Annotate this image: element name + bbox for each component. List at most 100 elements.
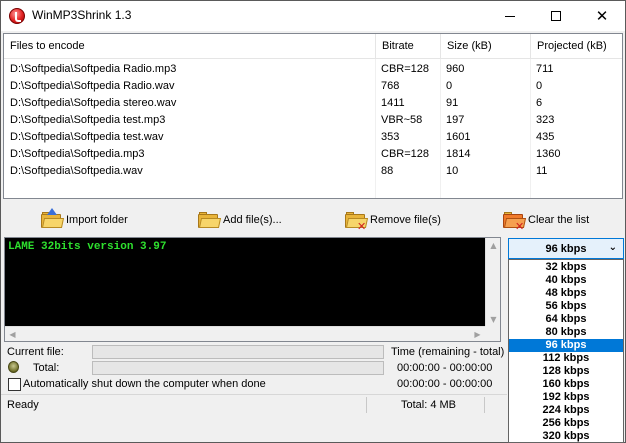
maximize-icon xyxy=(551,11,561,21)
status-divider xyxy=(366,397,367,413)
bitrate-cell: 768 xyxy=(381,80,400,92)
projected-cell: 435 xyxy=(536,131,555,143)
current-time-value: 00:00:00 - 00:00:00 xyxy=(397,362,493,374)
projected-cell: 711 xyxy=(536,63,554,75)
projected-cell: 1360 xyxy=(536,148,561,160)
minimize-icon xyxy=(505,15,515,17)
bitrate-option[interactable]: 224 kbps xyxy=(509,404,623,417)
projected-cell: 6 xyxy=(536,97,543,109)
scroll-left-icon[interactable]: ◀ xyxy=(5,327,20,342)
status-total-size: Total: 4 MB xyxy=(401,399,457,411)
add-files-button[interactable]: Add file(s)... xyxy=(198,207,282,233)
bitrate-option[interactable]: 32 kbps xyxy=(509,261,623,274)
encoder-status-icon xyxy=(8,361,19,373)
remove-files-label: Remove file(s) xyxy=(370,214,441,226)
bitrate-option[interactable]: 48 kbps xyxy=(509,287,623,300)
maximize-button[interactable] xyxy=(533,1,579,31)
encoder-log[interactable]: LAME 32bits version 3.97 ▲ ▼ ◀ ▶ xyxy=(4,237,501,342)
status-bar: Ready Total: 4 MB xyxy=(1,394,507,414)
column-header-bitrate[interactable]: Bitrate xyxy=(375,34,440,59)
bitrate-cell: CBR=128 xyxy=(381,63,430,75)
size-cell: 10 xyxy=(446,165,459,177)
shutdown-checkbox[interactable] xyxy=(8,378,21,391)
scroll-down-icon[interactable]: ▼ xyxy=(486,312,501,327)
column-header-size[interactable]: Size (kB) xyxy=(440,34,530,59)
file-list[interactable]: Files to encode Bitrate Size (kB) Projec… xyxy=(3,33,623,199)
bitrate-selected-value: 96 kbps xyxy=(545,242,587,255)
file-path-cell: D:\Softpedia\Softpedia.wav xyxy=(10,165,143,177)
projected-cell: 11 xyxy=(536,165,548,177)
file-path-cell: D:\Softpedia\Softpedia test.wav xyxy=(10,131,164,143)
bitrate-option[interactable]: 112 kbps xyxy=(509,352,623,365)
bitrate-cell: VBR~58 xyxy=(381,114,423,126)
bitrate-option[interactable]: 80 kbps xyxy=(509,326,623,339)
file-path-cell: D:\Softpedia\Softpedia Radio.mp3 xyxy=(10,63,177,75)
table-row[interactable]: D:\Softpedia\Softpedia Radio.wav 768 0 0 xyxy=(4,78,622,95)
bitrate-option[interactable]: 64 kbps xyxy=(509,313,623,326)
app-logo-icon xyxy=(9,8,25,24)
status-divider xyxy=(484,397,485,413)
bitrate-option[interactable]: 320 kbps xyxy=(509,430,623,442)
add-files-label: Add file(s)... xyxy=(223,214,282,226)
bitrate-cell: 353 xyxy=(381,131,400,143)
log-vertical-scrollbar[interactable]: ▲ ▼ xyxy=(485,238,500,327)
clear-list-button[interactable]: ✕ Clear the list xyxy=(503,207,589,233)
total-time-value: 00:00:00 - 00:00:00 xyxy=(397,378,493,390)
file-path-cell: D:\Softpedia\Softpedia.mp3 xyxy=(10,148,145,160)
file-path-cell: D:\Softpedia\Softpedia stereo.wav xyxy=(10,97,177,109)
progress-panel: Current file: Time (remaining - total) T… xyxy=(3,344,506,392)
table-row[interactable]: D:\Softpedia\Softpedia test.wav 353 1601 43… xyxy=(4,129,622,146)
toolbar: Import folder Add file(s)... ✕ Remove fi… xyxy=(3,205,623,235)
column-header-projected[interactable]: Projected (kB) xyxy=(530,34,622,59)
bitrate-option[interactable]: 56 kbps xyxy=(509,300,623,313)
bitrate-dropdown[interactable]: 96 kbps ⌄ xyxy=(508,238,624,259)
table-row[interactable]: D:\Softpedia\Softpedia test.mp3 VBR~58 197… xyxy=(4,112,622,129)
current-file-label: Current file: xyxy=(7,346,64,358)
close-button[interactable]: ✕ xyxy=(579,1,625,31)
table-row[interactable]: D:\Softpedia\Softpedia.mp3 CBR=128 1814 136… xyxy=(4,146,622,163)
bitrate-option[interactable]: 160 kbps xyxy=(509,378,623,391)
column-header-files[interactable]: Files to encode xyxy=(4,34,374,59)
log-text: LAME 32bits version 3.97 xyxy=(8,241,167,253)
clear-list-label: Clear the list xyxy=(528,214,590,226)
minimize-button[interactable] xyxy=(487,1,533,31)
folder-add-icon xyxy=(198,212,222,228)
bitrate-option[interactable]: 40 kbps xyxy=(509,274,623,287)
bitrate-option[interactable]: 96 kbps xyxy=(509,339,623,352)
remove-files-button[interactable]: ✕ Remove file(s) xyxy=(345,207,441,233)
file-list-header: Files to encode Bitrate Size (kB) Projec… xyxy=(4,34,622,59)
projected-cell: 323 xyxy=(536,114,555,126)
bitrate-cell: CBR=128 xyxy=(381,148,430,160)
clear-list-icon: ✕ xyxy=(503,212,527,233)
bitrate-option[interactable]: 192 kbps xyxy=(509,391,623,404)
bitrate-cell: 1411 xyxy=(381,97,405,109)
projected-cell: 0 xyxy=(536,80,543,92)
import-folder-label: Import folder xyxy=(66,214,128,226)
time-header: Time (remaining - total) xyxy=(391,346,505,358)
bitrate-cell: 88 xyxy=(381,165,394,177)
main-window: WinMP3Shrink 1.3 ✕ Files to encode Bitra… xyxy=(0,0,626,443)
file-path-cell: D:\Softpedia\Softpedia test.mp3 xyxy=(10,114,166,126)
bitrate-options-list[interactable]: 32 kbps 40 kbps 48 kbps 56 kbps 64 kbps 80 kb… xyxy=(508,259,624,443)
current-file-progress xyxy=(92,345,384,359)
table-row[interactable]: D:\Softpedia\Softpedia.wav 88 10 11 xyxy=(4,163,622,180)
size-cell: 91 xyxy=(446,97,459,109)
title-bar[interactable]: WinMP3Shrink 1.3 ✕ xyxy=(1,1,625,31)
log-horizontal-scrollbar[interactable]: ◀ ▶ xyxy=(5,326,485,341)
bitrate-option[interactable]: 128 kbps xyxy=(509,365,623,378)
shutdown-label[interactable]: Automatically shut down the computer whe… xyxy=(23,378,266,390)
total-label: Total: xyxy=(33,362,60,374)
table-row[interactable]: D:\Softpedia\Softpedia Radio.mp3 CBR=128 9… xyxy=(4,61,622,78)
close-icon: ✕ xyxy=(595,6,609,25)
import-folder-button[interactable]: Import folder xyxy=(41,207,128,233)
size-cell: 1814 xyxy=(446,148,471,160)
size-cell: 0 xyxy=(446,80,453,92)
scroll-up-icon[interactable]: ▲ xyxy=(486,238,501,253)
bitrate-option[interactable]: 256 kbps xyxy=(509,417,623,430)
window-title: WinMP3Shrink 1.3 xyxy=(32,8,132,22)
file-path-cell: D:\Softpedia\Softpedia Radio.wav xyxy=(10,80,175,92)
table-row[interactable]: D:\Softpedia\Softpedia stereo.wav 1411 91 6 xyxy=(4,95,622,112)
scroll-right-icon[interactable]: ▶ xyxy=(470,327,485,342)
folder-remove-icon: ✕ xyxy=(345,212,369,233)
folder-import-icon xyxy=(41,208,65,228)
